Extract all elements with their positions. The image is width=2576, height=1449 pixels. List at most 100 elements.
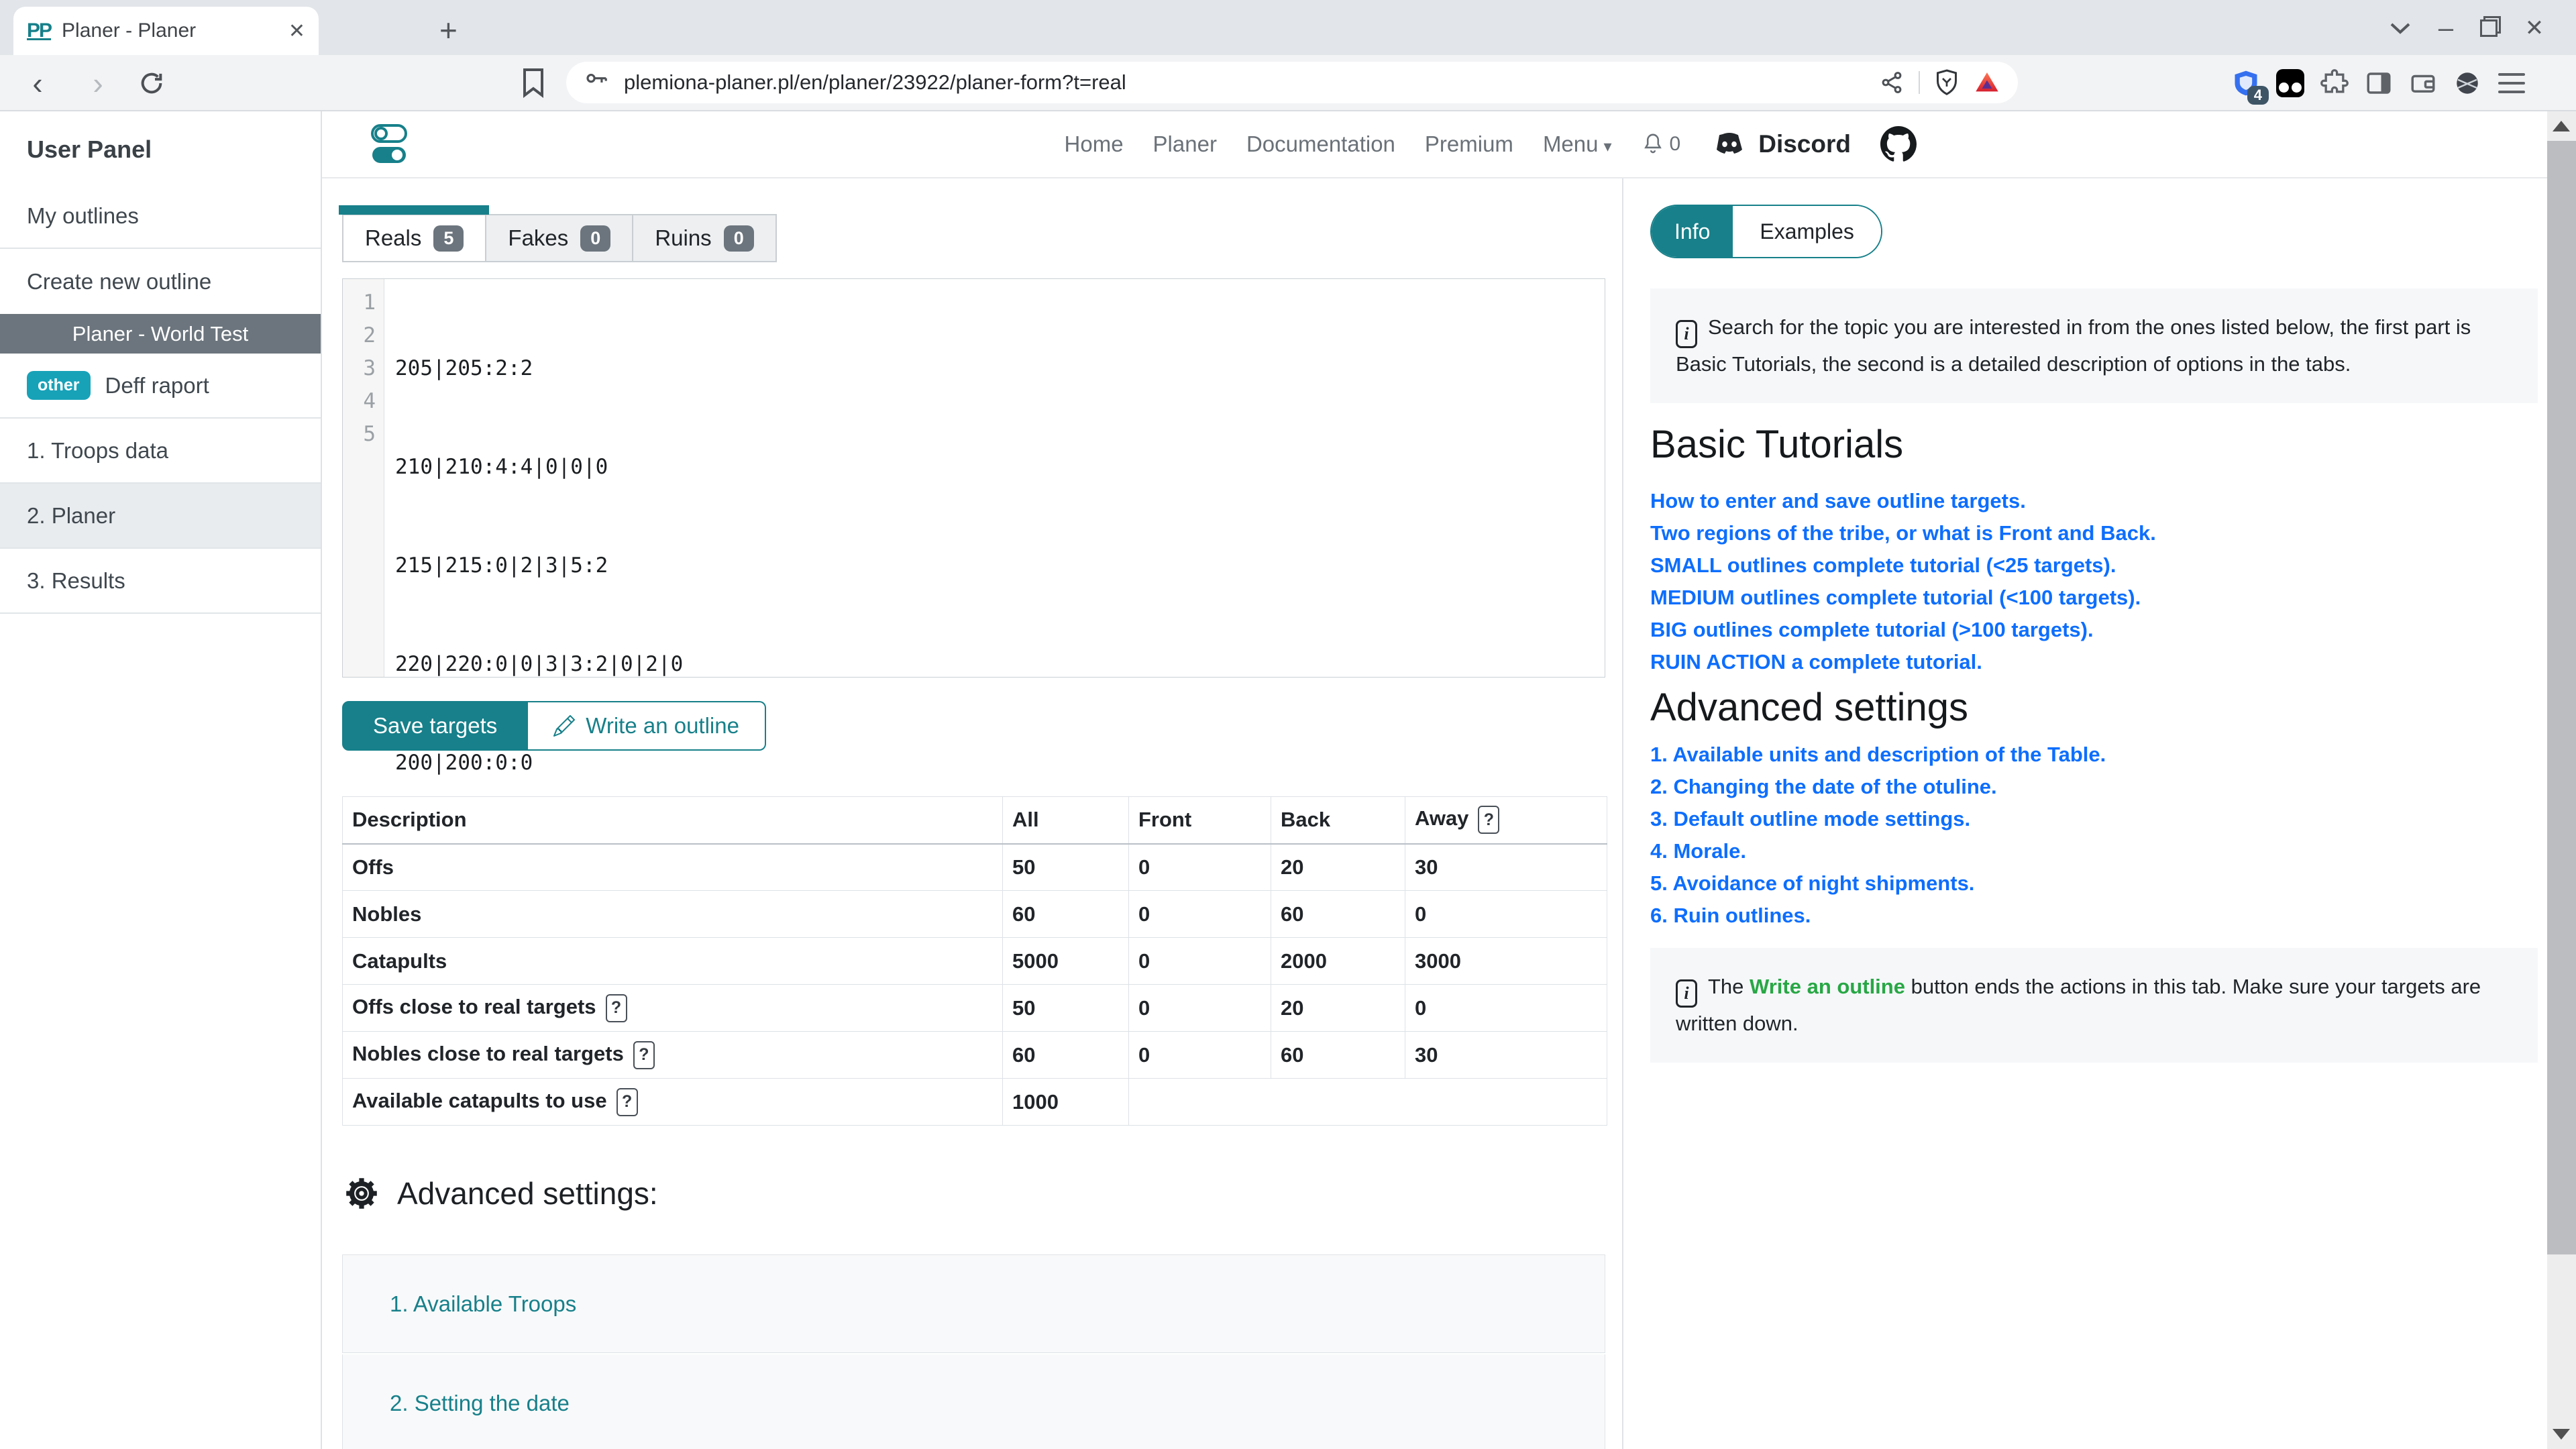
nav-link-premium[interactable]: Premium — [1425, 131, 1513, 157]
privacy-shield-extension-icon[interactable]: 4 — [2230, 67, 2262, 99]
advanced-link[interactable]: 5. Avoidance of night shipments. — [1650, 867, 2538, 900]
cell: 0 — [1129, 1032, 1271, 1079]
tutorial-link[interactable]: How to enter and save outline targets. — [1650, 485, 2538, 517]
editor-line[interactable]: 220|220:0|0|3|3:2|0|2|0 — [395, 648, 1605, 681]
tab-info[interactable]: Info — [1652, 206, 1733, 257]
advanced-link[interactable]: 1. Available units and description of th… — [1650, 739, 2538, 771]
minimize-button[interactable]: – — [2431, 15, 2461, 42]
discord-icon — [1710, 129, 1749, 159]
tutorial-link[interactable]: RUIN ACTION a complete tutorial. — [1650, 646, 2538, 678]
tab-reals-label: Reals — [365, 225, 421, 251]
brave-vpn-globe-icon[interactable] — [2451, 67, 2483, 99]
nav-menu-label: Menu — [1543, 131, 1599, 156]
tab-close-icon[interactable]: ✕ — [288, 19, 305, 43]
row-label: Nobles — [343, 891, 1003, 938]
reload-button[interactable] — [133, 64, 170, 102]
scroll-down-arrow[interactable] — [2553, 1429, 2570, 1440]
browser-tab-strip: PP Planer - Planer ✕ + – ✕ — [0, 0, 2576, 55]
discord-link[interactable]: Discord — [1710, 129, 1851, 159]
write-an-outline-label: Write an outline — [586, 713, 739, 739]
note-pre: The — [1708, 975, 1750, 998]
tab-search-icon[interactable] — [2385, 15, 2415, 42]
targets-editor[interactable]: 1 2 3 4 5 205|205:2:2 210|210:4:4|0|0|0 … — [342, 278, 1605, 678]
advanced-link[interactable]: 3. Default outline mode settings. — [1650, 803, 2538, 835]
help-icon[interactable]: ? — [633, 1041, 655, 1069]
editor-line[interactable]: 210|210:4:4|0|0|0 — [395, 451, 1605, 484]
url-bar[interactable]: plemiona-planer.pl/en/planer/23922/plane… — [566, 62, 2018, 103]
notifications-bell[interactable]: 0 — [1642, 131, 1681, 157]
accordion-available-troops-label[interactable]: 1. Available Troops — [390, 1291, 576, 1317]
save-targets-button[interactable]: Save targets — [342, 701, 528, 751]
editor-line[interactable]: 215|215:0|2|3|5:2 — [395, 549, 1605, 582]
page-scrollbar[interactable] — [2547, 111, 2576, 1449]
row-label: Offs — [343, 844, 1003, 891]
extensions-puzzle-icon[interactable] — [2318, 67, 2351, 99]
site-logo-toggles-icon[interactable] — [371, 123, 407, 166]
new-tab-button[interactable]: + — [439, 12, 458, 48]
github-link[interactable] — [1880, 126, 1917, 162]
advanced-settings-heading: Advanced settings: — [342, 1174, 1605, 1213]
sidebar-item-troops-data[interactable]: 1. Troops data — [0, 419, 321, 484]
accordion-setting-the-date[interactable]: 2. Setting the date — [342, 1354, 1605, 1449]
scrollbar-thumb[interactable] — [2547, 141, 2576, 1254]
nav-link-planer[interactable]: Planer — [1153, 131, 1217, 157]
nav-links: Home Planer Documentation Premium Menu▾ … — [1065, 126, 1917, 162]
advanced-link[interactable]: 2. Changing the date of the otuline. — [1650, 771, 2538, 803]
sidebar-item-my-outlines[interactable]: My outlines — [0, 184, 321, 249]
sidebar-toggle-icon[interactable] — [2363, 67, 2395, 99]
cell: 60 — [1271, 1032, 1405, 1079]
row-label: Nobles close to real targets? — [343, 1032, 1003, 1079]
browser-window: PP Planer - Planer ✕ + – ✕ ‹ › plemiona-… — [0, 0, 2576, 1449]
accordion-setting-the-date-label[interactable]: 2. Setting the date — [390, 1391, 570, 1416]
window-close-button[interactable]: ✕ — [2520, 15, 2549, 42]
wallet-icon[interactable] — [2407, 67, 2439, 99]
editor-line[interactable]: 200|200:0:0 — [395, 747, 1605, 780]
help-icon[interactable]: ? — [606, 994, 627, 1022]
browser-tab[interactable]: PP Planer - Planer ✕ — [13, 7, 319, 55]
tutorial-link[interactable]: MEDIUM outlines complete tutorial (<100 … — [1650, 582, 2538, 614]
help-icon[interactable]: ? — [1478, 806, 1499, 834]
cell: 60 — [1003, 1032, 1129, 1079]
tab-reals-count: 5 — [433, 225, 464, 252]
editor-content[interactable]: 205|205:2:2 210|210:4:4|0|0|0 215|215:0|… — [384, 279, 1605, 677]
cell: 3000 — [1405, 938, 1607, 985]
tab-fakes[interactable]: Fakes 0 — [485, 214, 633, 262]
tutorial-link[interactable]: BIG outlines complete tutorial (>100 tar… — [1650, 614, 2538, 646]
browser-menu-icon[interactable] — [2496, 67, 2528, 99]
tutorial-link[interactable]: SMALL outlines complete tutorial (<25 ta… — [1650, 549, 2538, 582]
tab-reals[interactable]: Reals 5 — [342, 214, 486, 262]
sidebar-item-deff-raport[interactable]: other Deff raport — [0, 354, 321, 419]
help-icon[interactable]: ? — [616, 1088, 638, 1116]
dark-reader-extension-icon[interactable] — [2274, 67, 2306, 99]
line-number: 1 — [343, 286, 376, 319]
share-icon[interactable] — [1880, 70, 1904, 95]
advanced-link[interactable]: 6. Ruin outlines. — [1650, 900, 2538, 932]
table-row: Offs close to real targets? 50 0 20 0 — [343, 985, 1607, 1032]
write-an-outline-button[interactable]: Write an outline — [528, 701, 766, 751]
brave-rewards-icon[interactable] — [1974, 69, 2000, 96]
tab-examples[interactable]: Examples — [1733, 206, 1881, 257]
nav-link-documentation[interactable]: Documentation — [1246, 131, 1395, 157]
url-text[interactable]: plemiona-planer.pl/en/planer/23922/plane… — [624, 70, 1865, 95]
page-columns: Reals 5 Fakes 0 Ruins 0 — [322, 178, 2547, 1449]
nav-menu-dropdown[interactable]: Menu▾ — [1543, 131, 1612, 157]
bookmark-icon[interactable] — [522, 67, 545, 98]
scroll-up-arrow[interactable] — [2553, 121, 2570, 131]
brave-shield-icon[interactable] — [1935, 68, 1959, 97]
back-button[interactable]: ‹ — [19, 64, 56, 102]
sidebar-item-create-new-outline[interactable]: Create new outline — [0, 249, 321, 314]
restore-button[interactable] — [2474, 15, 2504, 42]
cell: 5000 — [1003, 938, 1129, 985]
nav-link-home[interactable]: Home — [1065, 131, 1124, 157]
info-note: iSearch for the topic you are interested… — [1650, 288, 2538, 403]
forward-button[interactable]: › — [79, 64, 117, 102]
tutorial-link[interactable]: Two regions of the tribe, or what is Fro… — [1650, 517, 2538, 549]
advanced-link[interactable]: 4. Morale. — [1650, 835, 2538, 867]
advanced-settings-accordion: 1. Available Troops 2. Setting the date — [342, 1254, 1605, 1449]
editor-line[interactable]: 205|205:2:2 — [395, 352, 1605, 385]
sidebar-item-planer[interactable]: 2. Planer — [0, 484, 321, 549]
sidebar-item-results[interactable]: 3. Results — [0, 549, 321, 614]
tune-icon[interactable] — [584, 70, 609, 95]
tab-ruins[interactable]: Ruins 0 — [632, 214, 776, 262]
accordion-available-troops[interactable]: 1. Available Troops — [342, 1254, 1605, 1353]
